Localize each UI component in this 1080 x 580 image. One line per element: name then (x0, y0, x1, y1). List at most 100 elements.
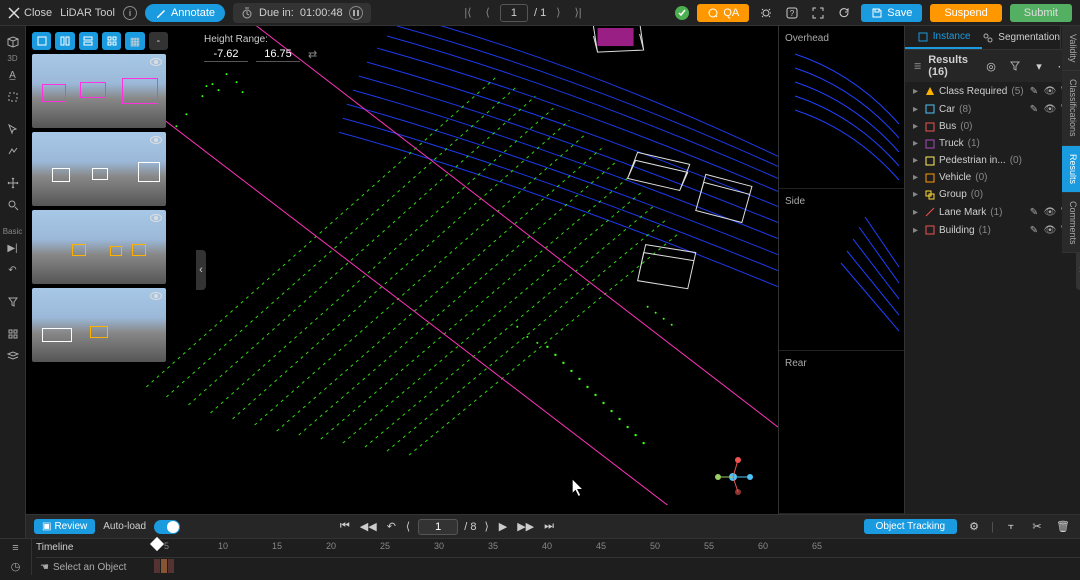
result-row[interactable]: ▸Vehicle (0) (905, 169, 1080, 186)
swap-icon[interactable]: ⇄ (308, 48, 317, 61)
submit-button[interactable]: Submit (1010, 4, 1072, 22)
eye-icon[interactable]: 👁 (1044, 224, 1056, 236)
cam-layout-4-icon[interactable] (102, 32, 121, 50)
tool-grid-icon[interactable] (3, 324, 23, 344)
tool-polyline-icon[interactable] (3, 141, 23, 161)
prev-frame-icon[interactable]: ⟨ (404, 518, 412, 535)
page-next-icon[interactable]: ⟩ (552, 6, 564, 19)
camera-thumb-2[interactable] (32, 132, 166, 206)
auto-load-toggle[interactable] (154, 520, 180, 534)
page-prev-icon[interactable]: ⟨ (482, 6, 494, 19)
tool-move-icon[interactable] (3, 173, 23, 193)
page-first-icon[interactable]: |⟨ (460, 6, 475, 19)
play-icon[interactable]: ▶ (497, 518, 509, 535)
result-row[interactable]: ▸Group (0) (905, 186, 1080, 203)
rewind-icon[interactable]: ◀◀ (358, 518, 379, 535)
tool-zoom-icon[interactable] (3, 195, 23, 215)
vtab-comments[interactable]: Comments (1062, 193, 1080, 254)
next-frame-icon[interactable]: ⟩ (482, 518, 490, 535)
close-button[interactable]: Close (8, 7, 52, 19)
fastfwd-icon[interactable]: ▶▶ (515, 518, 536, 535)
edit-icon[interactable]: ✎ (1028, 85, 1040, 97)
eye-icon[interactable] (150, 292, 162, 300)
save-button[interactable]: Save (861, 4, 922, 22)
review-button[interactable]: ▣ Review (34, 519, 95, 534)
object-tracking-button[interactable]: Object Tracking (864, 519, 957, 534)
height-min-input[interactable] (204, 47, 248, 62)
target-icon[interactable]: ◎ (982, 57, 1000, 75)
chevron-right-icon[interactable]: ▸ (913, 207, 921, 218)
info-icon[interactable]: i (123, 6, 137, 20)
timeline-frames[interactable] (154, 559, 174, 573)
tool-select-icon[interactable] (3, 119, 23, 139)
tool-skip-icon[interactable]: ▶| (3, 238, 23, 258)
timeline-clock-icon[interactable]: ◷ (0, 557, 32, 575)
chevron-right-icon[interactable]: ▸ (913, 225, 921, 236)
tool-segment-icon[interactable] (3, 87, 23, 107)
chevron-right-icon[interactable]: ▸ (913, 189, 921, 200)
bug-icon[interactable] (757, 4, 775, 22)
skip-start-icon[interactable]: ⏮ (338, 518, 352, 535)
result-row[interactable]: ▸Pedestrian in... (0) (905, 152, 1080, 169)
result-row[interactable]: ▸Class Required (5)✎👁🗑 (905, 82, 1080, 100)
eye-icon[interactable] (150, 136, 162, 144)
rear-view[interactable]: Rear (779, 351, 904, 514)
overhead-view[interactable]: Overhead (779, 26, 904, 189)
cut-icon[interactable]: ✂ (1028, 518, 1046, 536)
expand-icon[interactable] (809, 4, 827, 22)
sort-icon[interactable] (1006, 57, 1024, 75)
vtab-results[interactable]: Results (1062, 146, 1080, 193)
height-max-input[interactable] (256, 47, 300, 62)
camera-thumb-3[interactable] (32, 210, 166, 284)
refresh-icon[interactable] (835, 4, 853, 22)
result-row[interactable]: ▸Bus (0) (905, 118, 1080, 135)
skip-end-icon[interactable]: ⏭ (542, 518, 556, 535)
vtab-classifications[interactable]: Classifications (1062, 71, 1080, 146)
undo-icon[interactable]: ↶ (385, 518, 398, 535)
chevron-right-icon[interactable]: ▸ (913, 121, 921, 132)
eye-icon[interactable]: 👁 (1044, 103, 1056, 115)
eye-icon[interactable]: 👁 (1044, 85, 1056, 97)
edit-icon[interactable]: ✎ (1028, 103, 1040, 115)
qa-button[interactable]: QA (697, 4, 749, 22)
tab-segmentation[interactable]: Segmentation (982, 26, 1060, 49)
cam-layout-3-icon[interactable] (79, 32, 98, 50)
page-current[interactable]: 1 (500, 4, 528, 22)
split-icon[interactable]: ⫟ (1002, 518, 1020, 536)
chevron-right-icon[interactable]: ▸ (913, 172, 921, 183)
cam-layout-5-icon[interactable]: ▦ (125, 32, 144, 50)
chevron-right-icon[interactable]: ▸ (913, 138, 921, 149)
chevron-down-icon[interactable]: ▾ (1030, 57, 1048, 75)
vtab-validity[interactable]: Validity (1062, 26, 1080, 71)
collapse-cameras-icon[interactable]: ‹ (196, 250, 206, 290)
cam-layout-1-icon[interactable] (32, 32, 51, 50)
eye-icon[interactable] (150, 214, 162, 222)
result-row[interactable]: ▸Building (1)✎👁🗑 (905, 221, 1080, 239)
timeline-settings-icon[interactable]: ≡ (0, 539, 32, 557)
chevron-right-icon[interactable]: ▸ (913, 86, 921, 97)
camera-thumb-4[interactable] (32, 288, 166, 362)
suspend-button[interactable]: Suspend (930, 4, 1001, 22)
frame-input[interactable] (418, 519, 458, 535)
result-row[interactable]: ▸Truck (1) (905, 135, 1080, 152)
tool-text-icon[interactable]: A̲ (3, 65, 23, 85)
side-view[interactable]: Side (779, 189, 904, 352)
page-last-icon[interactable]: ⟩| (570, 6, 585, 19)
annotate-button[interactable]: Annotate (145, 4, 225, 22)
delete-icon[interactable]: 🗑 (1054, 518, 1072, 536)
chevron-right-icon[interactable]: ▸ (913, 155, 921, 166)
tool-undo-icon[interactable]: ↶ (3, 260, 23, 280)
camera-thumb-1[interactable] (32, 54, 166, 128)
edit-icon[interactable]: ✎ (1028, 224, 1040, 236)
tool-cube-icon[interactable] (3, 32, 23, 52)
gear-icon[interactable]: ⚙ (965, 518, 983, 536)
eye-icon[interactable]: 👁 (1044, 206, 1056, 218)
tool-layers-icon[interactable] (3, 346, 23, 366)
cam-layout-2-icon[interactable] (55, 32, 74, 50)
pause-button[interactable] (349, 6, 363, 20)
result-row[interactable]: ▸Car (8)✎👁🗑 (905, 100, 1080, 118)
tool-filter-icon[interactable] (3, 292, 23, 312)
result-row[interactable]: ▸Lane Mark (1)✎👁🗑 (905, 203, 1080, 221)
edit-icon[interactable]: ✎ (1028, 206, 1040, 218)
cam-layout-off-icon[interactable]: - (149, 32, 168, 50)
